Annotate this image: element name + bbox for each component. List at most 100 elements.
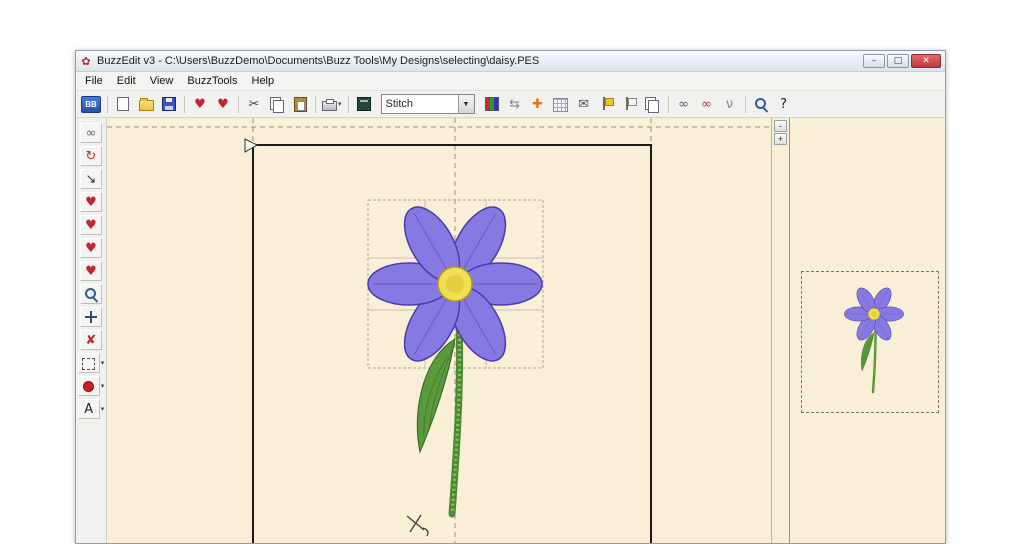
floppy-icon bbox=[162, 97, 176, 111]
refresh-button[interactable]: ⇆ bbox=[504, 94, 526, 115]
design-check-button[interactable]: ♥ bbox=[212, 94, 234, 115]
edit-design-icon: ♥ bbox=[85, 194, 97, 210]
split-design-icon: ♥ bbox=[85, 240, 97, 256]
chevron-down-icon: ▾ bbox=[100, 359, 105, 367]
stitch-simulate-icon: ∞ bbox=[678, 96, 689, 112]
folder-icon bbox=[138, 98, 154, 111]
mag-icon bbox=[84, 287, 98, 301]
copy-icon bbox=[645, 97, 660, 113]
pan-tool[interactable] bbox=[80, 307, 102, 327]
vertical-scrollbar[interactable]: - + bbox=[771, 118, 789, 543]
stitch-mode-value: Stitch bbox=[385, 98, 414, 110]
fabric-view-button[interactable]: ν bbox=[719, 94, 741, 115]
cut-icon: ✂ bbox=[248, 96, 260, 112]
menu-edit[interactable]: Edit bbox=[110, 73, 143, 89]
adjust-design-tool-row: ♥ bbox=[80, 215, 102, 235]
stitch-order-icon: ↘ bbox=[85, 171, 97, 187]
adjust-design-icon: ♥ bbox=[85, 217, 97, 233]
scroll-plus-button[interactable]: + bbox=[774, 133, 787, 145]
rotate-design-icon: ↻ bbox=[85, 148, 97, 164]
context-help-button[interactable]: ? bbox=[773, 94, 795, 115]
maximize-button[interactable]: □ bbox=[887, 54, 909, 68]
delete-stitch-icon: ✘ bbox=[85, 332, 97, 348]
open-button[interactable] bbox=[135, 94, 157, 115]
title-bar[interactable]: ✿ BuzzEdit v3 - C:\Users\BuzzDemo\Docume… bbox=[76, 51, 945, 72]
grid-settings-button[interactable] bbox=[550, 94, 572, 115]
toolbar-separator bbox=[238, 95, 239, 113]
stitch-order-tool[interactable]: ↘ bbox=[80, 169, 102, 189]
toolbar-separator bbox=[184, 95, 185, 113]
delete-stitch-tool-row: ✘ bbox=[80, 330, 102, 350]
send-design-button[interactable]: ✉ bbox=[573, 94, 595, 115]
select-tool[interactable] bbox=[77, 353, 100, 373]
hoop-setup-button[interactable] bbox=[353, 94, 375, 115]
flag-clear-button[interactable] bbox=[619, 94, 641, 115]
flag-marker-button[interactable] bbox=[596, 94, 618, 115]
copy-button[interactable] bbox=[266, 94, 288, 115]
thread-colors-button[interactable] bbox=[481, 94, 503, 115]
zoom-in-tool-row bbox=[80, 284, 102, 304]
stitch-cursor-icon bbox=[406, 514, 429, 537]
stitch-mode-select[interactable]: Stitch ▼ bbox=[380, 94, 475, 114]
design-properties-button[interactable]: ♥ bbox=[189, 94, 211, 115]
stitch-design-tool-row: ♥ bbox=[80, 261, 102, 281]
adjust-design-tool[interactable]: ♥ bbox=[80, 215, 102, 235]
zoom-in-tool[interactable] bbox=[80, 284, 102, 304]
color-dot-tool[interactable] bbox=[77, 376, 100, 396]
view-settings-icon: ∞ bbox=[85, 125, 97, 141]
realistic-view-button[interactable]: ∞ bbox=[696, 94, 718, 115]
rotate-design-tool[interactable]: ↻ bbox=[80, 146, 102, 166]
main-area: ∞ ↻ ↘ ♥ ♥ ♥ ♥ ✘ ▾ ▾ A ▾ - + bbox=[76, 118, 945, 543]
toolbar: BB ♥ ♥ ✂ ▾ Stitch ▼ ⇆ ✚ ✉ ∞ ∞ ν? bbox=[76, 91, 945, 118]
mag-icon bbox=[754, 97, 768, 111]
edit-design-tool-row: ♥ bbox=[80, 192, 102, 212]
split-design-tool-row: ♥ bbox=[80, 238, 102, 258]
stitch-simulate-button[interactable]: ∞ bbox=[673, 94, 695, 115]
menu-view[interactable]: View bbox=[143, 73, 181, 89]
tool-palette: ∞ ↻ ↘ ♥ ♥ ♥ ♥ ✘ ▾ ▾ A ▾ bbox=[76, 118, 107, 543]
view-settings-tool[interactable]: ∞ bbox=[80, 123, 102, 143]
flag-icon bbox=[600, 97, 614, 111]
cut-button[interactable]: ✂ bbox=[243, 94, 265, 115]
edit-design-tool[interactable]: ♥ bbox=[80, 192, 102, 212]
lasso-icon bbox=[82, 358, 96, 370]
zoom-button[interactable] bbox=[750, 94, 772, 115]
select-tool-row: ▾ bbox=[77, 353, 105, 373]
text-tool-row: A ▾ bbox=[77, 399, 105, 419]
design-check-icon: ♥ bbox=[217, 96, 229, 112]
design-canvas[interactable] bbox=[107, 118, 771, 543]
color-dot-tool-row: ▾ bbox=[77, 376, 104, 396]
menu-file[interactable]: File bbox=[78, 73, 110, 89]
text-tool[interactable]: A bbox=[77, 399, 100, 419]
dot-icon bbox=[83, 380, 95, 392]
menu-buzztools[interactable]: BuzzTools bbox=[180, 73, 244, 89]
new-button[interactable] bbox=[112, 94, 134, 115]
print-button[interactable]: ▾ bbox=[320, 94, 344, 115]
center-design-button[interactable]: ✚ bbox=[527, 94, 549, 115]
toolbar-separator bbox=[347, 95, 349, 113]
view-settings-tool-row: ∞ bbox=[80, 123, 102, 143]
copies-button[interactable] bbox=[642, 94, 664, 115]
save-button[interactable] bbox=[158, 94, 180, 115]
chevron-down-icon: ▾ bbox=[100, 405, 105, 413]
buzzedit-logo-icon: BB bbox=[81, 95, 101, 113]
ruler-icon bbox=[356, 97, 371, 111]
close-button[interactable]: ✕ bbox=[911, 54, 941, 68]
design-thumbnail[interactable] bbox=[801, 271, 939, 413]
minimize-button[interactable]: – bbox=[863, 54, 885, 68]
buzzedit-logo-button[interactable]: BB bbox=[79, 94, 103, 115]
send-design-icon: ✉ bbox=[578, 96, 589, 112]
canvas-svg bbox=[107, 118, 771, 543]
chevron-down-icon[interactable]: ▼ bbox=[457, 95, 474, 113]
stitch-design-tool[interactable]: ♥ bbox=[80, 261, 102, 281]
delete-stitch-tool[interactable]: ✘ bbox=[80, 330, 102, 350]
chevron-down-icon: ▾ bbox=[338, 100, 342, 108]
page-icon bbox=[117, 97, 129, 111]
overview-panel bbox=[789, 118, 945, 543]
menu-help[interactable]: Help bbox=[245, 73, 282, 89]
toolbar-separator bbox=[107, 95, 108, 113]
scroll-minus-button[interactable]: - bbox=[774, 120, 787, 132]
split-design-tool[interactable]: ♥ bbox=[80, 238, 102, 258]
paste-button[interactable] bbox=[289, 94, 311, 115]
pan-tool-row bbox=[80, 307, 102, 327]
